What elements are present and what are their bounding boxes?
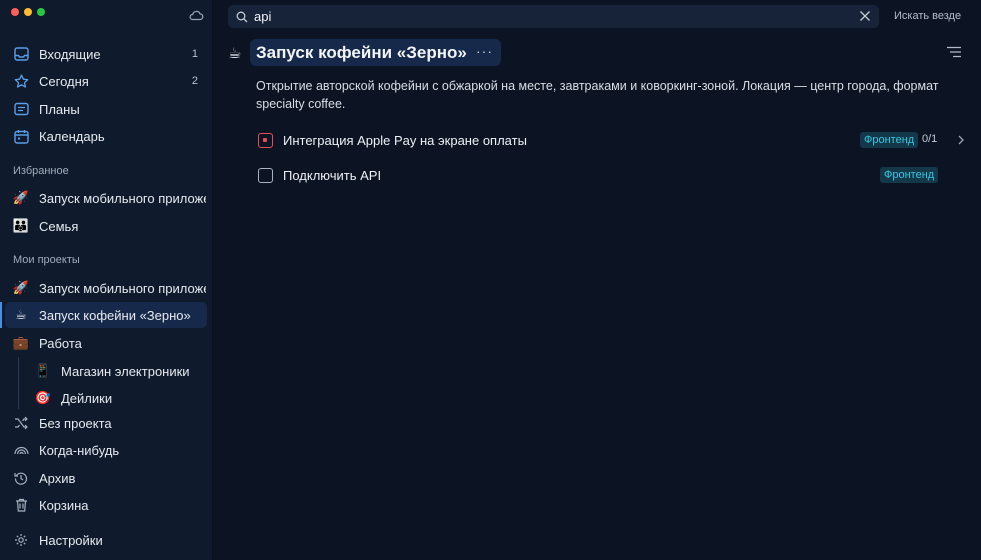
sidebar-item-label: Архив (39, 470, 76, 486)
project-item-coffee-shop[interactable]: ☕ Запуск кофейни «Зерно» (0, 302, 207, 328)
favorite-item-mobile-app-launch[interactable]: 🚀 Запуск мобильного приложения (5, 185, 207, 211)
zoom-window-button[interactable] (37, 8, 45, 16)
plans-icon (13, 101, 29, 117)
sidebar-item-inbox[interactable]: Входящие 1 (5, 41, 207, 67)
sidebar-item-label: Когда-нибудь (39, 442, 120, 458)
project-item-work[interactable]: 💼 Работа (5, 330, 207, 356)
sidebar-item-calendar[interactable]: Календарь (5, 123, 207, 149)
rocket-icon: 🚀 (12, 190, 30, 205)
coffee-icon: ☕ (15, 307, 27, 322)
task-row[interactable]: Интеграция Apple Pay на экране оплаты Фр… (258, 128, 968, 152)
search-input[interactable] (254, 9, 879, 24)
sidebar-item-archive[interactable]: Архив (5, 465, 207, 491)
inbox-count: 1 (191, 48, 198, 60)
target-icon: 🎯 (34, 390, 52, 405)
sidebar-item-label: Семья (39, 218, 79, 234)
chevron-right-icon[interactable] (957, 135, 965, 145)
task-row[interactable]: Подключить API Фронтенд (258, 163, 968, 187)
subproject-tree-line (18, 357, 19, 409)
trash-icon (13, 497, 29, 513)
sidebar-item-label: Корзина (39, 497, 89, 513)
sidebar-item-today[interactable]: Сегодня 2 (5, 68, 207, 94)
sidebar-item-trash[interactable]: Корзина (5, 492, 207, 518)
calendar-icon (13, 128, 29, 144)
search-bar (228, 5, 879, 28)
cloud-sync-icon[interactable] (188, 8, 204, 22)
favorites-section-title: Избранное (13, 165, 69, 177)
task-checkbox[interactable] (258, 132, 273, 148)
sidebar-item-label: Без проекта (39, 415, 112, 431)
rainbow-icon (13, 442, 29, 458)
minimize-window-button[interactable] (24, 8, 32, 16)
sidebar-item-label: Планы (39, 101, 80, 117)
window-controls (11, 8, 45, 16)
family-icon: 👪 (12, 218, 30, 233)
sidebar-item-label: Запуск мобильного приложения (39, 280, 206, 296)
project-more-icon[interactable]: ··· (476, 43, 493, 59)
sidebar-item-label: Входящие (39, 46, 101, 62)
project-item-dailies[interactable]: 🎯 Дейлики (27, 385, 207, 411)
sidebar-item-label: Дейлики (61, 390, 113, 406)
sidebar-item-label: Сегодня (39, 73, 89, 89)
project-title-pill[interactable]: Запуск кофейни «Зерно» ··· (250, 39, 501, 66)
project-description: Открытие авторской кофейни с обжаркой на… (256, 79, 939, 111)
task-title: Подключить API (283, 167, 382, 183)
task-checkbox[interactable] (258, 167, 273, 183)
rocket-icon: 🚀 (12, 280, 30, 295)
sidebar-item-settings[interactable]: Настройки (5, 527, 207, 553)
sidebar-item-label: Магазин электроники (61, 363, 190, 379)
subtask-count: 0/1 (922, 133, 938, 145)
briefcase-icon: 💼 (12, 335, 30, 350)
sidebar-item-plans[interactable]: Планы (5, 96, 207, 122)
projects-section-title: Мои проекты (13, 254, 80, 266)
filter-list-icon[interactable] (946, 46, 962, 58)
close-window-button[interactable] (11, 8, 19, 16)
favorite-item-family[interactable]: 👪 Семья (5, 213, 207, 239)
project-title: Запуск кофейни «Зерно» (256, 42, 467, 62)
gear-icon (13, 532, 29, 548)
phone-icon: 📱 (34, 363, 52, 378)
today-count: 2 (191, 75, 198, 87)
sidebar-item-label: Календарь (39, 128, 105, 144)
clear-search-icon[interactable] (859, 10, 871, 22)
star-icon (13, 73, 29, 89)
search-icon (236, 11, 248, 22)
task-title: Интеграция Apple Pay на экране оплаты (283, 132, 527, 148)
project-emoji-icon: ☕ (228, 45, 242, 62)
task-tag[interactable]: Фронтенд (860, 132, 919, 148)
project-item-mobile-app-launch[interactable]: 🚀 Запуск мобильного приложения (5, 275, 207, 301)
inbox-icon (13, 46, 29, 62)
sidebar-item-someday[interactable]: Когда-нибудь (5, 437, 207, 463)
sidebar: Входящие 1 Сегодня 2 Планы Календарь Изб… (0, 0, 213, 560)
sidebar-item-label: Запуск кофейни «Зерно» (39, 307, 191, 323)
project-item-electronics-store[interactable]: 📱 Магазин электроники (27, 358, 207, 384)
shuffle-icon (13, 415, 29, 431)
sidebar-item-label: Запуск мобильного приложения (39, 190, 206, 206)
sidebar-item-label: Работа (39, 335, 82, 351)
search-everywhere-button[interactable]: Искать везде (894, 10, 961, 22)
history-icon (13, 470, 29, 486)
sidebar-item-label: Настройки (39, 532, 103, 548)
sidebar-item-no-project[interactable]: Без проекта (5, 410, 207, 436)
task-tag[interactable]: Фронтенд (880, 167, 939, 183)
